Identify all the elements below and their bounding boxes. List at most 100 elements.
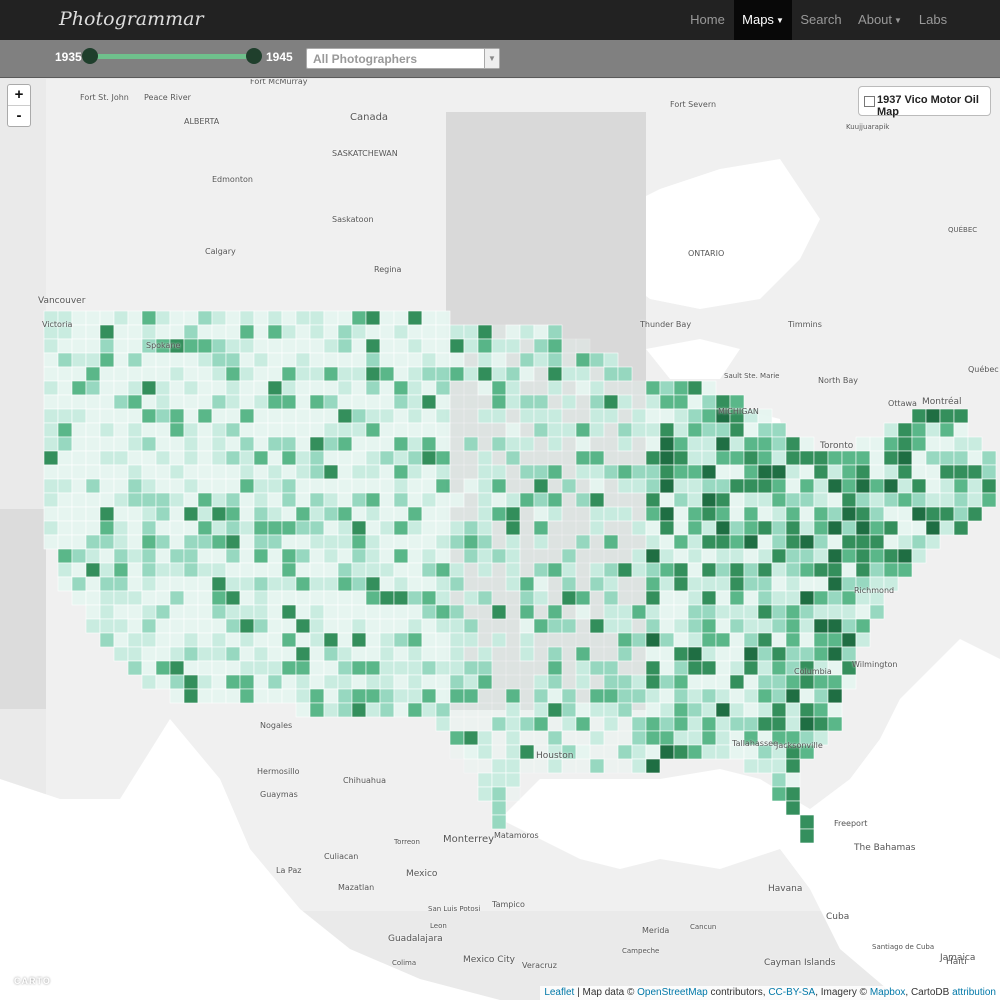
county-shape[interactable] (379, 366, 395, 382)
county-shape[interactable] (421, 436, 437, 452)
county-shape[interactable] (491, 786, 507, 802)
county-shape[interactable] (911, 534, 927, 550)
county-shape[interactable] (351, 506, 367, 522)
county-shape[interactable] (71, 534, 87, 550)
county-shape[interactable] (393, 450, 409, 466)
county-shape[interactable] (393, 534, 409, 550)
county-shape[interactable] (43, 380, 59, 396)
county-shape[interactable] (407, 646, 423, 662)
county-shape[interactable] (43, 366, 59, 382)
county-shape[interactable] (925, 450, 941, 466)
county-shape[interactable] (183, 464, 199, 480)
county-shape[interactable] (463, 520, 479, 536)
county-shape[interactable] (841, 646, 857, 662)
county-shape[interactable] (379, 674, 395, 690)
county-shape[interactable] (729, 464, 745, 480)
county-shape[interactable] (393, 506, 409, 522)
county-shape[interactable] (309, 646, 325, 662)
county-shape[interactable] (239, 660, 255, 676)
county-shape[interactable] (729, 632, 745, 648)
county-shape[interactable] (547, 660, 563, 676)
county-shape[interactable] (197, 338, 213, 354)
county-shape[interactable] (253, 562, 269, 578)
county-shape[interactable] (99, 464, 115, 480)
county-shape[interactable] (267, 436, 283, 452)
county-shape[interactable] (883, 506, 899, 522)
county-shape[interactable] (463, 478, 479, 494)
county-shape[interactable] (477, 632, 493, 648)
county-shape[interactable] (631, 408, 647, 424)
county-shape[interactable] (547, 338, 563, 354)
county-shape[interactable] (463, 352, 479, 368)
county-shape[interactable] (435, 520, 451, 536)
county-shape[interactable] (533, 688, 549, 704)
county-shape[interactable] (477, 366, 493, 382)
county-shape[interactable] (827, 478, 843, 494)
county-shape[interactable] (267, 548, 283, 564)
county-shape[interactable] (603, 618, 619, 634)
county-shape[interactable] (785, 520, 801, 536)
county-shape[interactable] (211, 352, 227, 368)
county-shape[interactable] (897, 436, 913, 452)
county-shape[interactable] (939, 408, 955, 424)
county-shape[interactable] (463, 408, 479, 424)
county-shape[interactable] (127, 618, 143, 634)
county-shape[interactable] (701, 660, 717, 676)
county-shape[interactable] (827, 590, 843, 606)
county-shape[interactable] (897, 548, 913, 564)
county-shape[interactable] (869, 548, 885, 564)
county-shape[interactable] (757, 646, 773, 662)
county-shape[interactable] (71, 338, 87, 354)
county-shape[interactable] (715, 674, 731, 690)
county-shape[interactable] (673, 450, 689, 466)
county-shape[interactable] (169, 394, 185, 410)
county-shape[interactable] (239, 632, 255, 648)
county-shape[interactable] (687, 492, 703, 508)
county-shape[interactable] (365, 464, 381, 480)
county-shape[interactable] (855, 450, 871, 466)
county-shape[interactable] (99, 492, 115, 508)
county-shape[interactable] (715, 520, 731, 536)
county-shape[interactable] (281, 506, 297, 522)
county-shape[interactable] (575, 618, 591, 634)
county-shape[interactable] (155, 310, 171, 326)
county-shape[interactable] (57, 534, 73, 550)
county-shape[interactable] (351, 576, 367, 592)
county-shape[interactable] (463, 590, 479, 606)
county-shape[interactable] (169, 534, 185, 550)
county-shape[interactable] (617, 758, 633, 774)
county-shape[interactable] (267, 408, 283, 424)
county-shape[interactable] (225, 366, 241, 382)
county-shape[interactable] (617, 590, 633, 606)
county-shape[interactable] (911, 408, 927, 424)
county-shape[interactable] (477, 478, 493, 494)
county-shape[interactable] (603, 590, 619, 606)
county-shape[interactable] (799, 562, 815, 578)
county-shape[interactable] (827, 534, 843, 550)
county-shape[interactable] (519, 688, 535, 704)
county-shape[interactable] (99, 576, 115, 592)
county-shape[interactable] (799, 716, 815, 732)
county-shape[interactable] (673, 702, 689, 718)
county-shape[interactable] (533, 618, 549, 634)
county-shape[interactable] (757, 716, 773, 732)
county-shape[interactable] (715, 660, 731, 676)
county-shape[interactable] (267, 674, 283, 690)
county-shape[interactable] (43, 520, 59, 536)
county-shape[interactable] (337, 506, 353, 522)
county-shape[interactable] (841, 618, 857, 634)
county-shape[interactable] (253, 576, 269, 592)
county-shape[interactable] (911, 506, 927, 522)
county-shape[interactable] (379, 688, 395, 704)
county-shape[interactable] (533, 366, 549, 382)
county-shape[interactable] (337, 408, 353, 424)
county-shape[interactable] (757, 478, 773, 494)
county-shape[interactable] (547, 618, 563, 634)
county-shape[interactable] (379, 310, 395, 326)
county-shape[interactable] (603, 366, 619, 382)
county-shape[interactable] (323, 674, 339, 690)
county-shape[interactable] (393, 632, 409, 648)
county-shape[interactable] (785, 604, 801, 620)
county-shape[interactable] (295, 534, 311, 550)
county-shape[interactable] (491, 688, 507, 704)
